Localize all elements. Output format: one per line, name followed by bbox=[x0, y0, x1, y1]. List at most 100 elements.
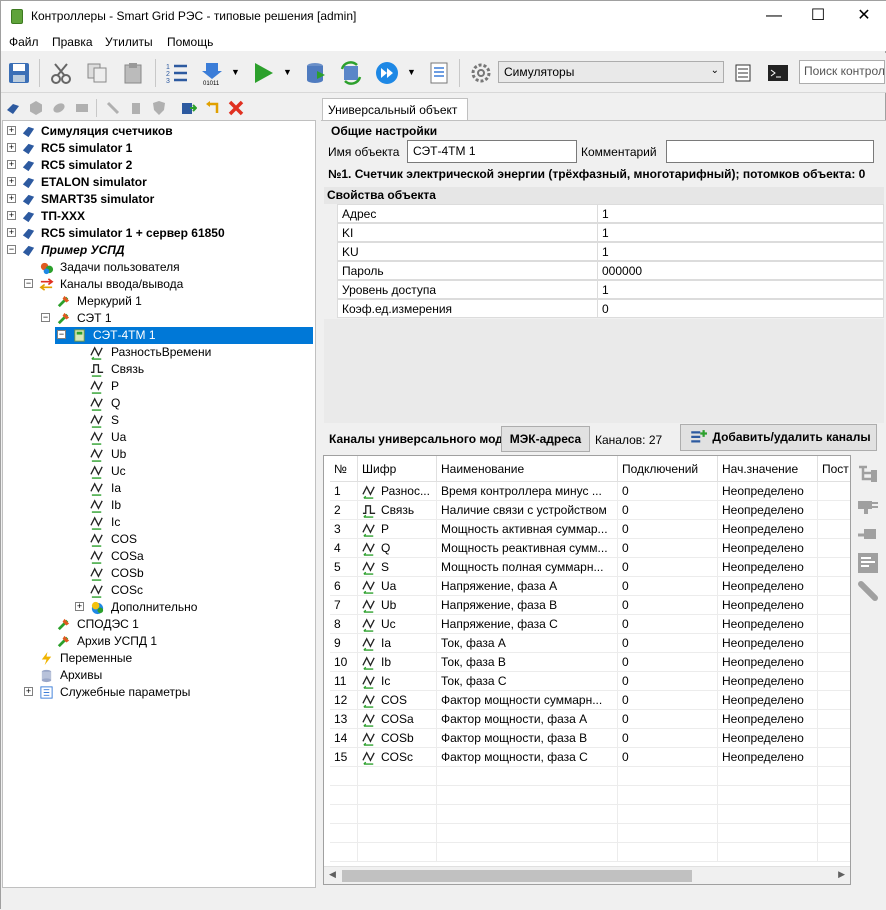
tree-node[interactable]: S bbox=[3, 412, 315, 429]
collapse-icon[interactable]: − bbox=[24, 279, 33, 288]
menu-file[interactable]: Файл bbox=[9, 35, 39, 49]
copy-icon[interactable] bbox=[85, 61, 109, 85]
tree-node[interactable]: − СЭТ 1 bbox=[3, 310, 315, 327]
tree-node[interactable]: Меркурий 1 bbox=[3, 293, 315, 310]
expand-icon[interactable]: + bbox=[7, 143, 16, 152]
minimize-button[interactable]: — bbox=[751, 1, 797, 33]
tree-node[interactable]: РазностьВремени bbox=[3, 344, 315, 361]
expand-icon[interactable]: + bbox=[7, 160, 16, 169]
remove-icon[interactable] bbox=[228, 100, 244, 116]
table-row[interactable]: 5 S Мощность полная суммарн... 0 Неопределен… bbox=[324, 558, 850, 577]
download-dropdown-icon[interactable]: ▼ bbox=[231, 67, 240, 77]
expand-icon[interactable]: + bbox=[24, 687, 33, 696]
tree-node[interactable]: + RC5 simulator 1 + сервер 61850 bbox=[3, 225, 315, 242]
connector-icon[interactable] bbox=[856, 493, 880, 517]
table-row[interactable]: 11 Ic Ток, фаза C 0 Неопределено bbox=[324, 672, 850, 691]
table-row[interactable]: 13 COSa Фактор мощности, фаза A 0 Неопределе… bbox=[324, 710, 850, 729]
expand-icon[interactable]: + bbox=[7, 228, 16, 237]
simulators-select[interactable]: Симуляторы ⌄ bbox=[498, 61, 724, 83]
disconnect-icon[interactable] bbox=[105, 100, 121, 116]
tree-node[interactable]: + Симуляция счетчиков bbox=[3, 123, 315, 140]
tree-node[interactable]: Переменные bbox=[3, 650, 315, 667]
property-value[interactable]: 1 bbox=[597, 280, 884, 299]
run-icon[interactable] bbox=[251, 61, 275, 85]
expand-icon[interactable]: + bbox=[7, 211, 16, 220]
new-object-icon[interactable] bbox=[5, 100, 21, 116]
menu-edit[interactable]: Правка bbox=[52, 35, 93, 49]
tree-node[interactable]: Ub bbox=[3, 446, 315, 463]
channels-table[interactable]: № Шифр Наименование Подключений Нач.знач… bbox=[323, 455, 851, 885]
column-header-const[interactable]: Пост bbox=[818, 456, 850, 482]
table-row[interactable]: 2 Связь Наличие связи с устройством 0 Неопре… bbox=[324, 501, 850, 520]
tree-node[interactable]: Ia bbox=[3, 480, 315, 497]
property-value[interactable]: 000000 bbox=[597, 261, 884, 280]
tree-node[interactable]: COSc bbox=[3, 582, 315, 599]
table-row[interactable] bbox=[324, 805, 850, 824]
delete-icon[interactable] bbox=[128, 100, 144, 116]
tree-node[interactable]: COSb bbox=[3, 565, 315, 582]
fast-forward-dropdown-icon[interactable]: ▼ bbox=[407, 67, 416, 77]
property-row[interactable]: KI 1 bbox=[324, 223, 884, 242]
tree-node[interactable]: Q bbox=[3, 395, 315, 412]
tree-structure-icon[interactable] bbox=[856, 461, 880, 485]
tree-node[interactable]: + Служебные параметры bbox=[3, 684, 315, 701]
tree-node[interactable]: Связь bbox=[3, 361, 315, 378]
cut-icon[interactable] bbox=[49, 61, 73, 85]
horizontal-scrollbar[interactable]: ◀ ▶ bbox=[324, 866, 850, 884]
property-value[interactable]: 1 bbox=[597, 223, 884, 242]
scroll-left-icon[interactable]: ◀ bbox=[329, 869, 336, 880]
menu-utilities[interactable]: Утилиты bbox=[105, 35, 153, 49]
table-row[interactable]: 14 COSb Фактор мощности, фаза B 0 Неопределе… bbox=[324, 729, 850, 748]
tree-node[interactable]: − Каналы ввода/вывода bbox=[3, 276, 315, 293]
tree-node[interactable]: Задачи пользователя bbox=[3, 259, 315, 276]
tree-node[interactable]: Архивы bbox=[3, 667, 315, 684]
tree-node[interactable]: + ТП-XXX bbox=[3, 208, 315, 225]
property-row[interactable]: Пароль 000000 bbox=[324, 261, 884, 280]
table-row[interactable]: 15 COSc Фактор мощности, фаза C 0 Неопределе… bbox=[324, 748, 850, 767]
table-row[interactable]: 1 Разнос... Время контроллера минус ... 0 Не… bbox=[324, 482, 850, 501]
property-row[interactable]: KU 1 bbox=[324, 242, 884, 261]
table-row[interactable]: 6 Ua Напряжение, фаза A 0 Неопределено bbox=[324, 577, 850, 596]
table-row[interactable]: 10 Ib Ток, фаза B 0 Неопределено bbox=[324, 653, 850, 672]
add-remove-channels-button[interactable]: Добавить/удалить каналы bbox=[680, 424, 877, 451]
list-icon[interactable] bbox=[731, 61, 755, 85]
tree-node[interactable]: + Дополнительно bbox=[3, 599, 315, 616]
table-row[interactable]: 9 Ia Ток, фаза A 0 Неопределено bbox=[324, 634, 850, 653]
report-icon[interactable] bbox=[427, 61, 451, 85]
tree-node[interactable]: P bbox=[3, 378, 315, 395]
column-header-name[interactable]: Наименование bbox=[437, 456, 618, 482]
search-input[interactable]: Поиск контроллер bbox=[799, 60, 885, 84]
run-dropdown-icon[interactable]: ▼ bbox=[283, 67, 292, 77]
menu-help[interactable]: Помощь bbox=[167, 35, 213, 49]
tree-node[interactable]: COS bbox=[3, 531, 315, 548]
scroll-right-icon[interactable]: ▶ bbox=[838, 869, 845, 880]
link-icon[interactable] bbox=[856, 579, 880, 603]
plug-icon[interactable] bbox=[856, 523, 880, 547]
collapse-icon[interactable]: − bbox=[57, 330, 66, 339]
property-row[interactable]: Уровень доступа 1 bbox=[324, 280, 884, 299]
shield-icon[interactable] bbox=[151, 100, 167, 116]
tree-node[interactable]: Ic bbox=[3, 514, 315, 531]
tree-node[interactable]: СПОДЭС 1 bbox=[3, 616, 315, 633]
tree-node[interactable]: Ib bbox=[3, 497, 315, 514]
property-value[interactable]: 1 bbox=[597, 242, 884, 261]
property-value[interactable]: 0 bbox=[597, 299, 884, 318]
object-tree[interactable]: + Симуляция счетчиков + RC5 simulator 1 + R… bbox=[2, 120, 316, 888]
scrollbar-thumb[interactable] bbox=[342, 870, 692, 882]
module-icon[interactable] bbox=[74, 100, 90, 116]
table-row[interactable]: 3 P Мощность активная суммар... 0 Неопределе… bbox=[324, 520, 850, 539]
download-binary-icon[interactable]: 01011 bbox=[200, 61, 224, 85]
console-icon[interactable] bbox=[766, 61, 790, 85]
save-icon[interactable] bbox=[7, 61, 31, 85]
close-window-button[interactable]: ✕ bbox=[841, 1, 886, 33]
expand-icon[interactable]: + bbox=[7, 126, 16, 135]
tree-node-selected[interactable]: − СЭТ-4ТМ 1 bbox=[55, 327, 313, 344]
column-header-initial-value[interactable]: Нач.значение bbox=[718, 456, 818, 482]
expand-icon[interactable]: + bbox=[75, 602, 84, 611]
import-icon[interactable] bbox=[181, 100, 197, 116]
settings-gear-icon[interactable] bbox=[469, 61, 493, 85]
iec-addresses-button[interactable]: МЭК-адреса bbox=[501, 426, 590, 452]
table-row[interactable]: 12 COS Фактор мощности суммарн... 0 Неопреде… bbox=[324, 691, 850, 710]
property-row[interactable]: Адрес 1 bbox=[324, 204, 884, 223]
table-row[interactable]: 4 Q Мощность реактивная сумм... 0 Неопределе… bbox=[324, 539, 850, 558]
